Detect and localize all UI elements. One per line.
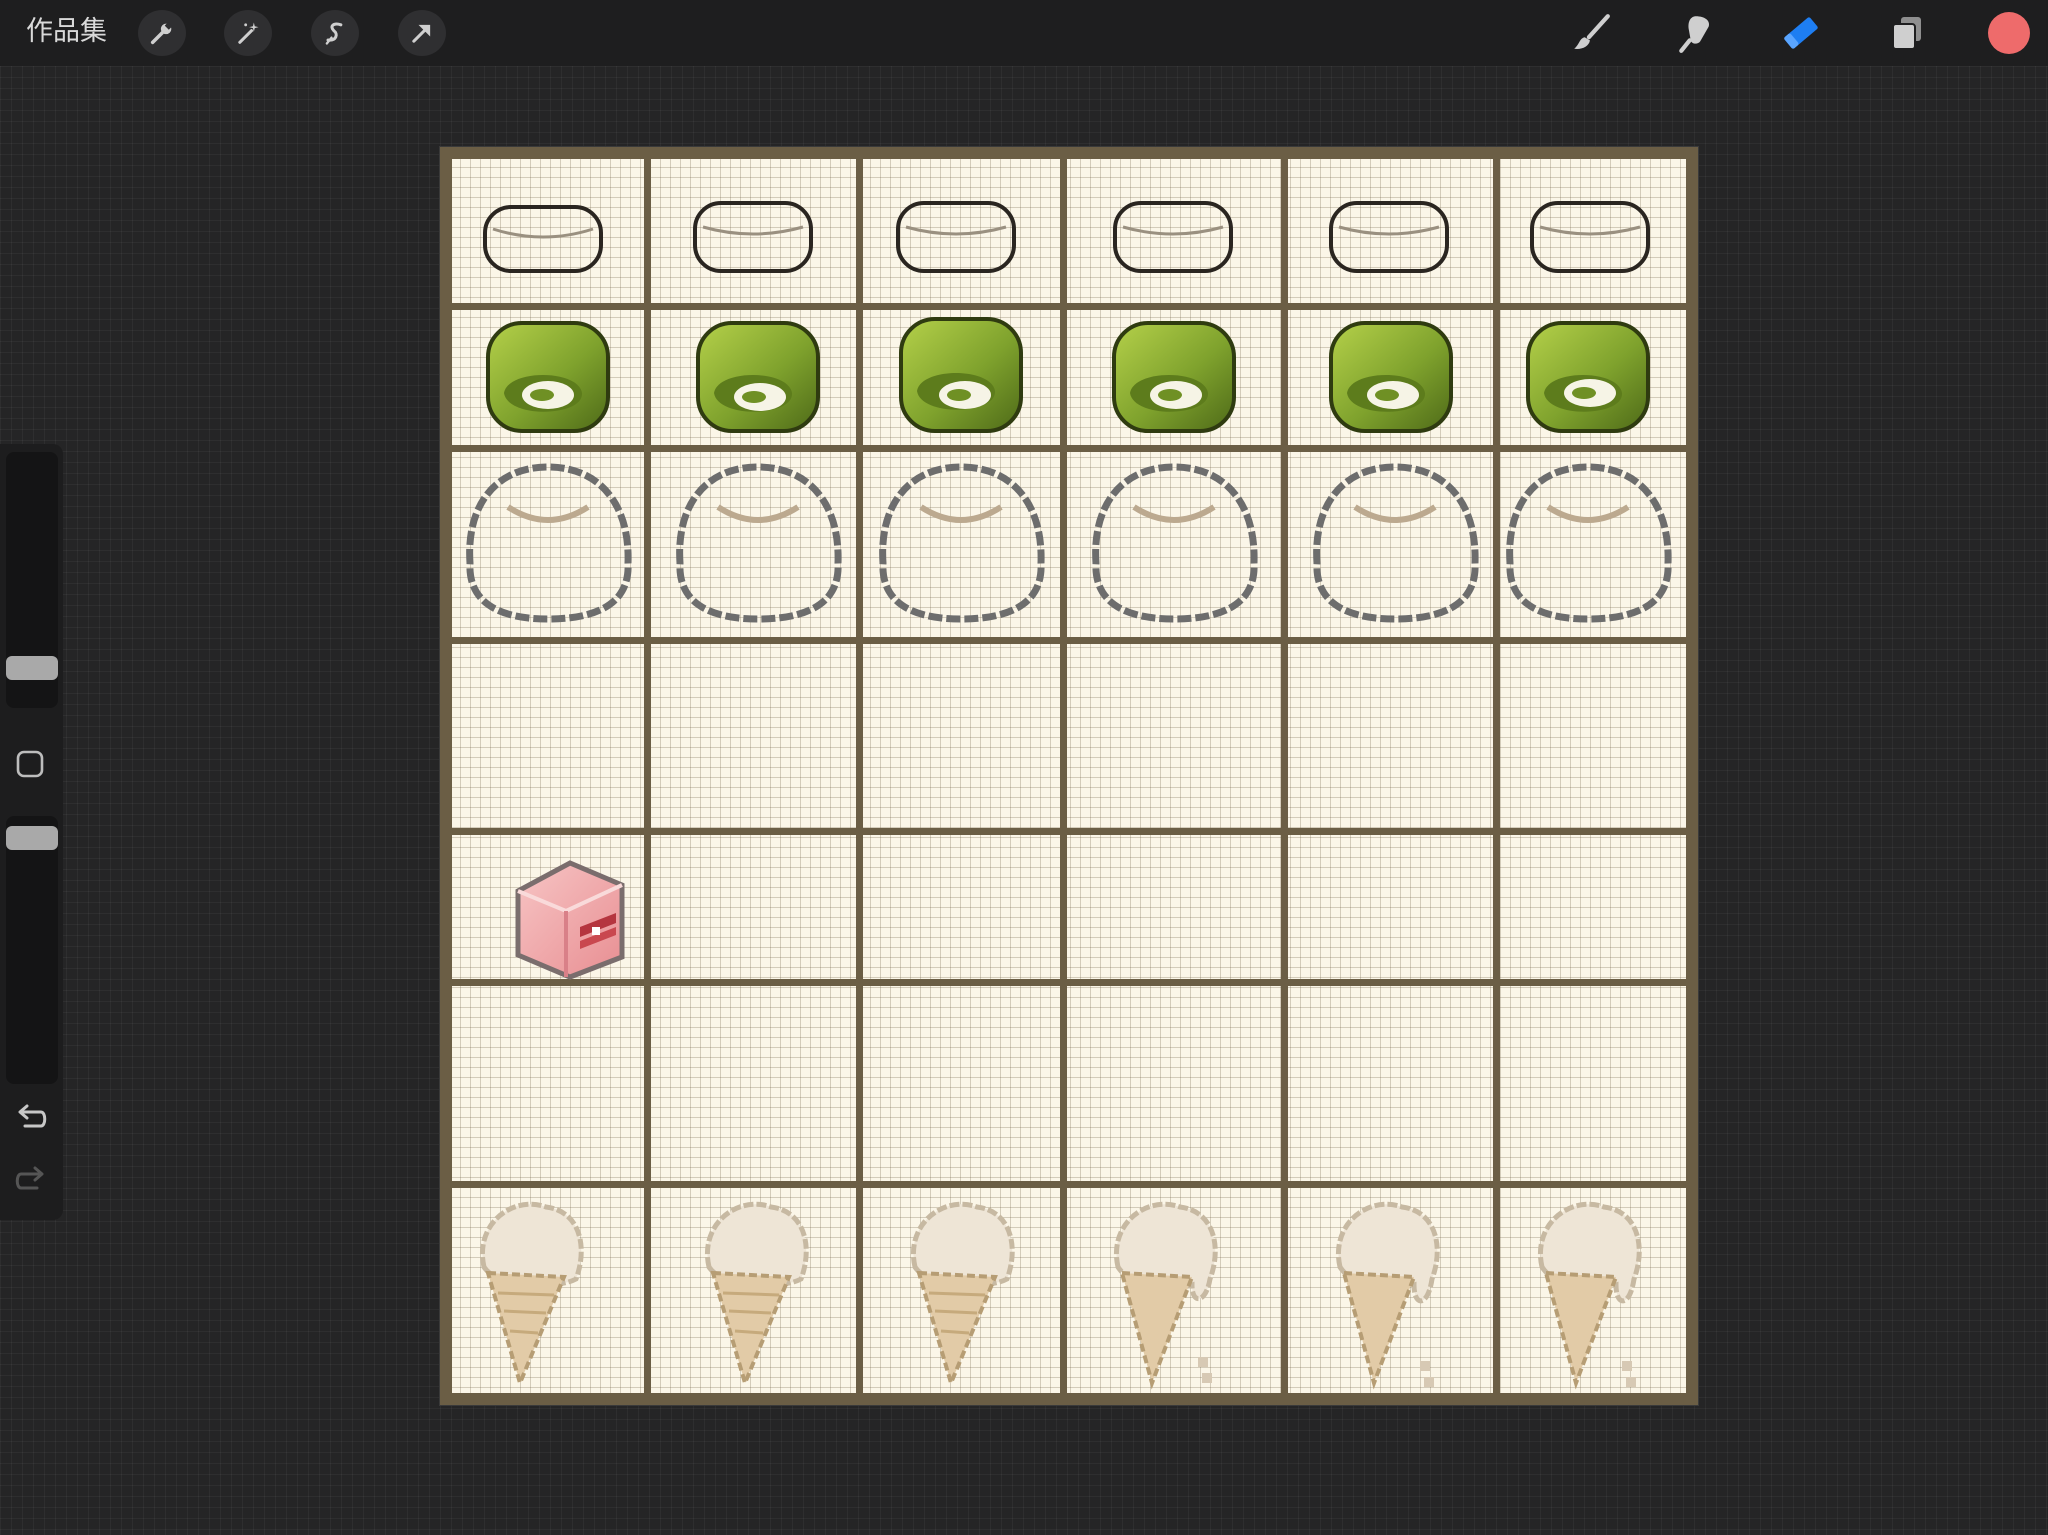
color-picker-button[interactable] (1988, 12, 2030, 54)
green-roll-cake-row (486, 317, 1650, 433)
modify-button[interactable] (14, 748, 46, 780)
layers-button[interactable] (1882, 10, 1932, 56)
eraser-icon (1784, 17, 1818, 49)
brush-tool-button[interactable] (1566, 10, 1616, 56)
top-toolbar: 作品集 (0, 0, 2048, 66)
redo-button[interactable] (12, 1164, 50, 1198)
drawing-canvas[interactable] (440, 147, 1698, 1405)
sprite-grid-frame (440, 147, 1698, 1405)
smudge-icon (1679, 16, 1710, 53)
selection-s-icon (325, 22, 343, 45)
brush-icon (1574, 14, 1610, 49)
brush-size-slider[interactable] (6, 452, 58, 708)
selection-button[interactable] (311, 10, 359, 56)
layers-icon (1892, 17, 1921, 50)
actions-button[interactable] (138, 10, 186, 56)
magic-wand-icon (238, 22, 259, 44)
wrench-icon (150, 22, 173, 45)
pink-jelly-cube (515, 860, 625, 980)
pixel-art-sprite-sheet (440, 147, 1698, 1405)
undo-button[interactable] (12, 1102, 50, 1136)
gallery-button[interactable]: 作品集 (26, 14, 107, 50)
redo-icon (15, 1166, 44, 1190)
opacity-slider[interactable] (6, 816, 58, 1084)
opacity-slider-thumb[interactable] (6, 826, 58, 850)
eraser-tool-button[interactable] (1776, 10, 1826, 56)
arrow-cursor-icon (412, 24, 431, 43)
sidebar (0, 444, 63, 1220)
brush-size-slider-thumb[interactable] (6, 656, 58, 680)
square-icon (16, 750, 44, 778)
smudge-tool-button[interactable] (1671, 10, 1721, 56)
adjustments-button[interactable] (224, 10, 272, 56)
transform-button[interactable] (398, 10, 446, 56)
undo-icon (18, 1104, 47, 1128)
